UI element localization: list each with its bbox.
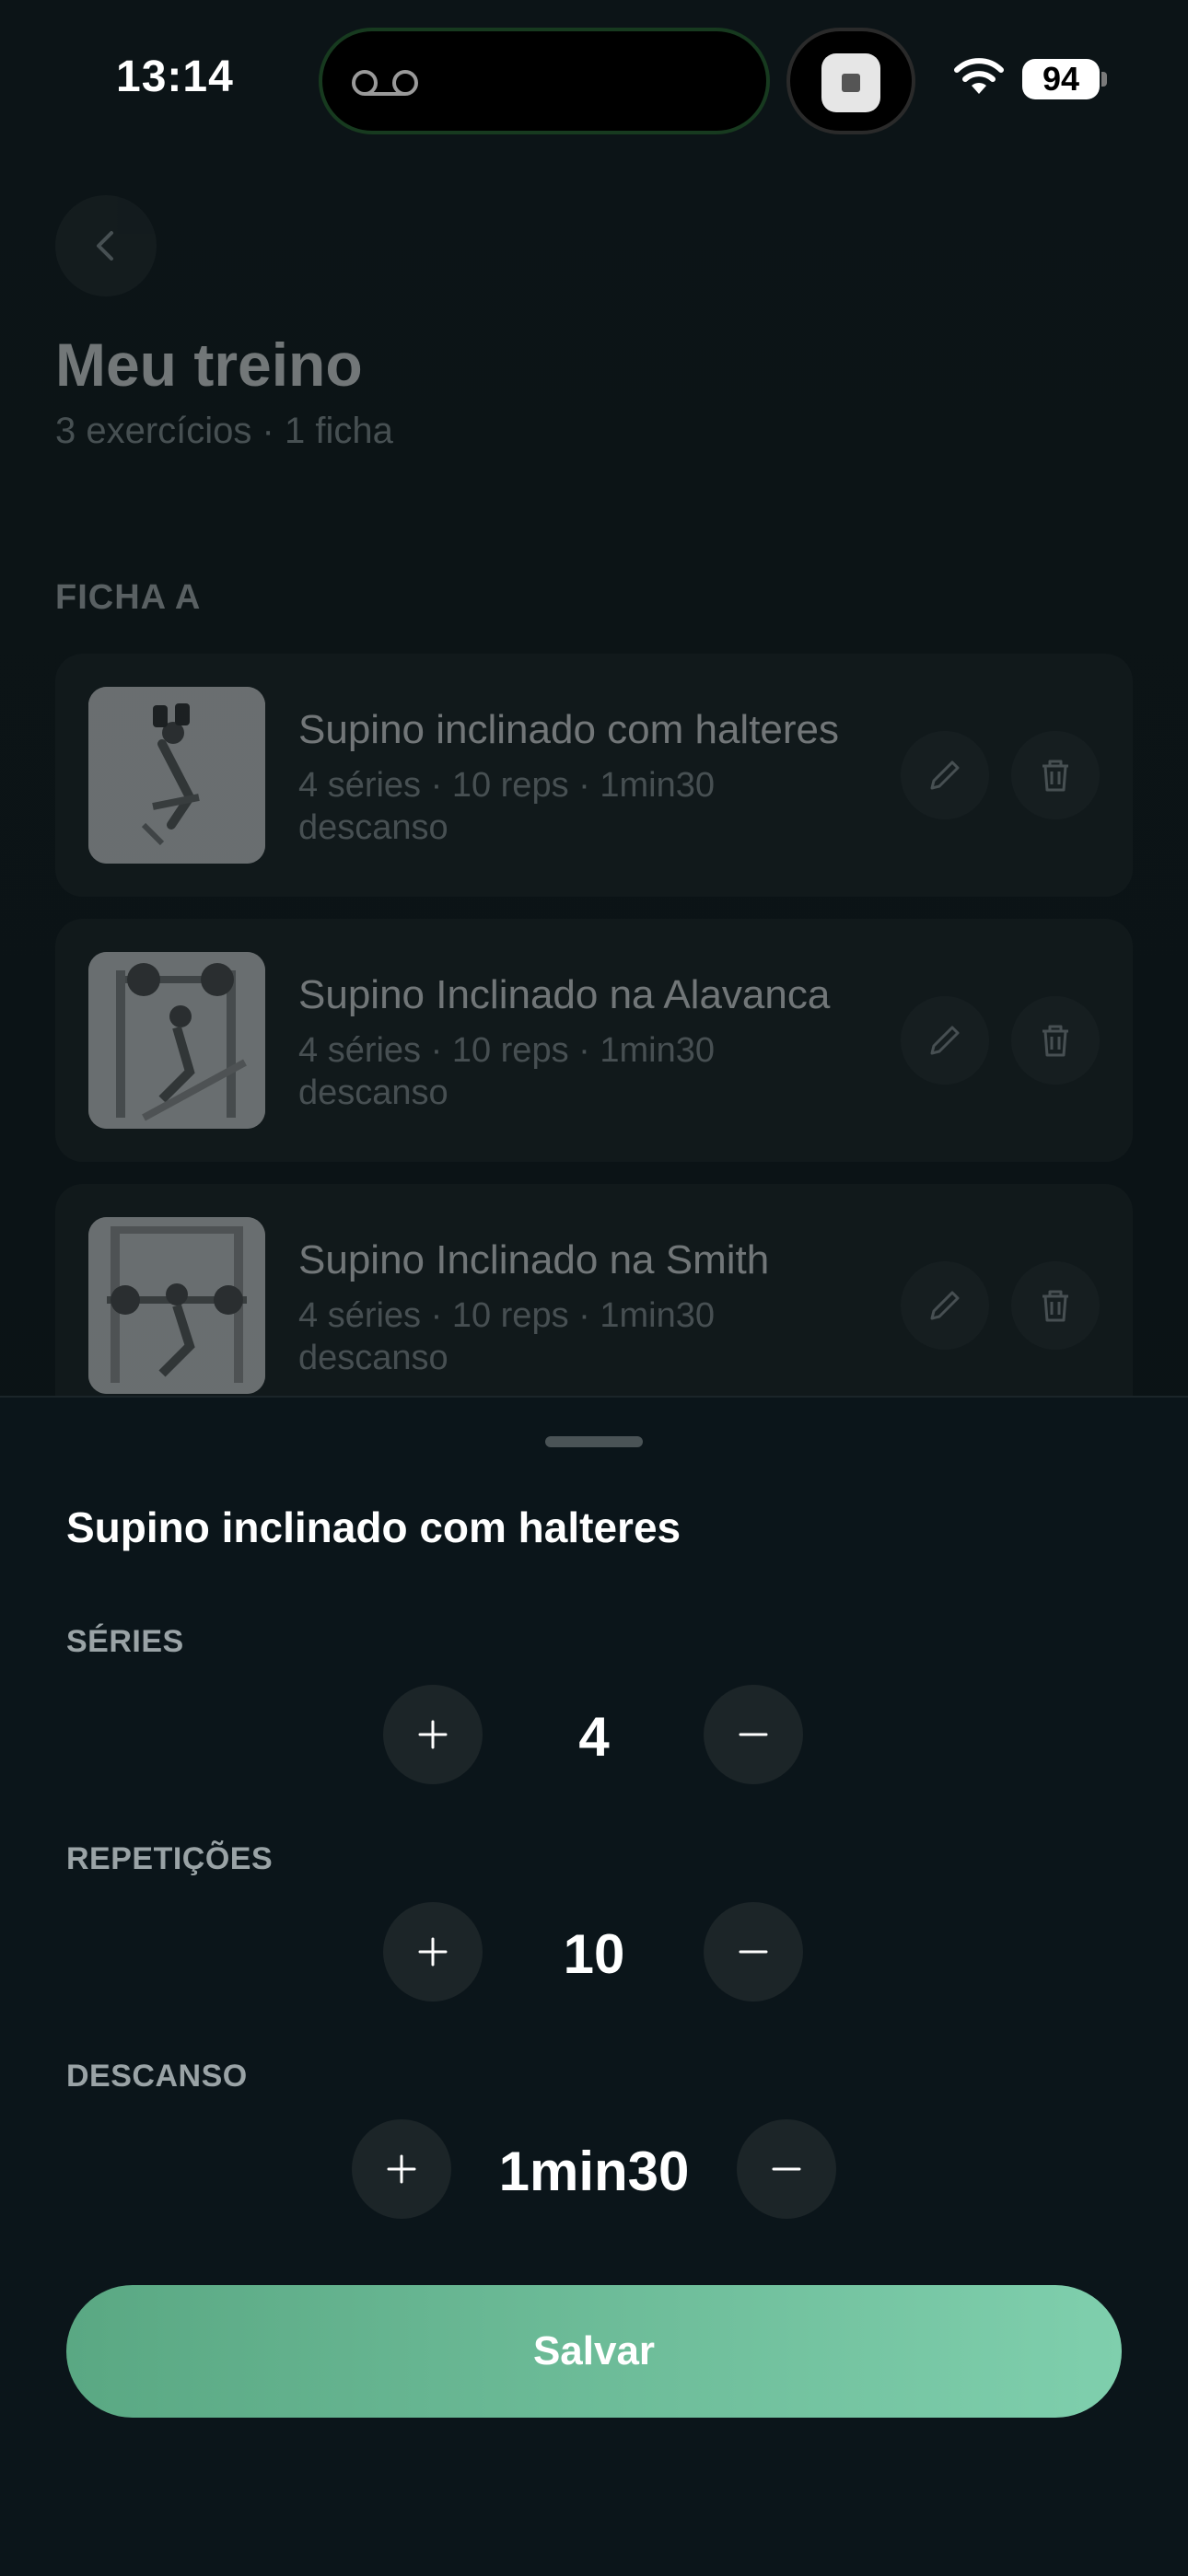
exercise-card[interactable]: Supino inclinado com halteres 4 séries ·… [55,654,1133,897]
exercise-illustration [88,1217,265,1394]
exercise-illustration [88,687,265,864]
rest-value: 1min30 [498,2141,690,2202]
exercise-thumbnail [88,1217,265,1394]
series-decrement-button[interactable] [704,1685,803,1784]
delete-button[interactable] [1011,731,1100,819]
exercise-meta: 4 séries · 10 reps · 1min30 descanso [298,766,715,847]
exercise-name: Supino inclinado com halteres [298,707,840,752]
page-subtitle: 3 exercícios · 1 ficha [55,411,393,451]
trash-icon [1042,1025,1068,1057]
reps-decrement-button[interactable] [704,1902,803,2002]
section-label: FICHA A [55,578,202,617]
trash-icon [1042,760,1068,792]
exercise-thumbnail [88,687,265,864]
trash-icon [1042,1290,1068,1322]
delete-button[interactable] [1011,996,1100,1085]
exercise-thumbnail [88,952,265,1129]
exercise-name: Supino Inclinado na Smith [298,1237,770,1282]
exercise-card[interactable]: Supino Inclinado na Alavanca 4 séries · … [55,919,1133,1162]
sheet-title: Supino inclinado com halteres [66,1503,681,1551]
minus-icon [739,1733,768,1736]
sheet-drag-handle[interactable] [545,1436,643,1447]
edit-button[interactable] [901,996,989,1085]
exercise-meta: 4 séries · 10 reps · 1min30 descanso [298,1031,715,1112]
page-title: Meu treino [55,331,363,399]
edit-button[interactable] [901,731,989,819]
app-screen: 13:14 94 Meu treino 3 exercícios · 1 fic… [0,0,1188,2576]
edit-exercise-sheet: Supino inclinado com halteres SÉRIES 4 R… [0,1396,1188,2576]
pencil-icon [930,1026,960,1055]
pencil-icon [930,1291,960,1320]
exercise-meta: 4 séries · 10 reps · 1min30 descanso [298,1296,715,1377]
workout-page: Meu treino 3 exercícios · 1 ficha FICHA … [0,0,1188,1427]
edit-button[interactable] [901,1261,989,1350]
rest-decrement-button[interactable] [737,2119,836,2219]
exercise-illustration [88,952,265,1129]
back-button[interactable] [55,195,157,296]
pencil-icon [930,760,960,790]
chevron-left-icon [97,231,113,261]
reps-label: REPETIÇÕES [66,1841,274,1876]
rest-label: DESCANSO [66,2059,248,2094]
save-button[interactable]: Salvar [66,2285,1122,2418]
exercise-card[interactable]: Supino Inclinado na Smith 4 séries · 10 … [55,1184,1133,1427]
exercise-name: Supino Inclinado na Alavanca [298,972,831,1017]
delete-button[interactable] [1011,1261,1100,1350]
series-label: SÉRIES [66,1624,184,1659]
minus-icon [772,2167,801,2171]
minus-icon [739,1950,768,1954]
